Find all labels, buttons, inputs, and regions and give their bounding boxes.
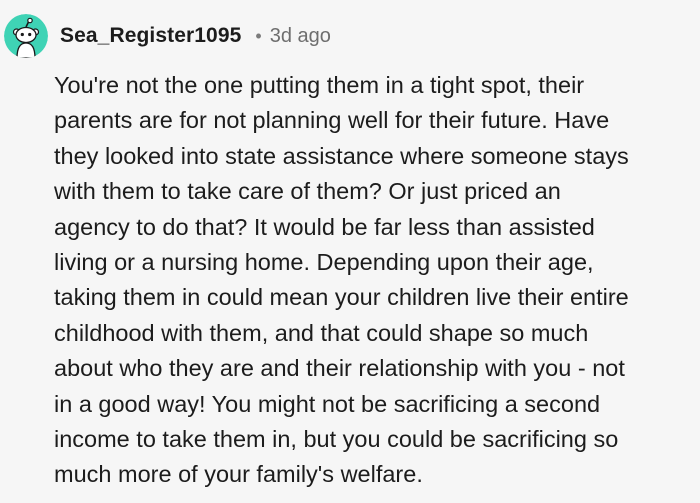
comment-card: Sea_Register1095 • 3d ago You're not the… <box>0 0 700 503</box>
comment-body: You're not the one putting them in a tig… <box>54 72 629 488</box>
separator-dot: • <box>255 25 262 46</box>
avatar[interactable] <box>4 14 48 58</box>
timestamp[interactable]: 3d ago <box>270 25 331 48</box>
username[interactable]: Sea_Register1095 <box>60 24 241 48</box>
reddit-snoo-avatar-icon <box>4 14 48 58</box>
comment-header: Sea_Register1095 • 3d ago <box>4 10 331 62</box>
